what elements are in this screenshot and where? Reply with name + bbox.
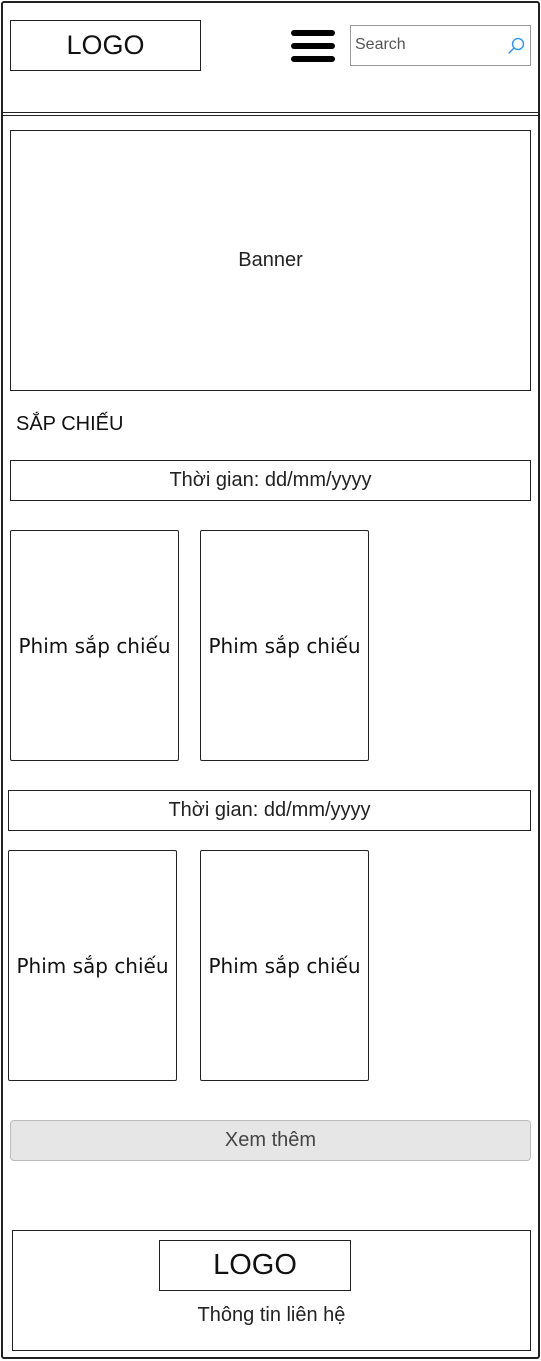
banner-label: Banner bbox=[238, 249, 303, 271]
header-logo[interactable]: LOGO bbox=[10, 20, 201, 71]
banner[interactable]: Banner bbox=[10, 130, 531, 391]
movie-title: Phim sắp chiếu bbox=[208, 953, 361, 978]
date-label: Thời gian: dd/mm/yyyy bbox=[169, 469, 372, 491]
contact-info: Thông tin liên hệ bbox=[197, 1304, 346, 1326]
movie-title: Phim sắp chiếu bbox=[208, 633, 361, 658]
search-box bbox=[350, 25, 531, 66]
movie-card[interactable]: Phim sắp chiếu bbox=[8, 850, 177, 1081]
date-bar: Thời gian: dd/mm/yyyy bbox=[10, 460, 531, 501]
footer-logo[interactable]: LOGO bbox=[159, 1240, 351, 1291]
movie-title: Phim sắp chiếu bbox=[16, 953, 169, 978]
search-input[interactable] bbox=[355, 34, 505, 56]
movie-card[interactable]: Phim sắp chiếu bbox=[200, 850, 369, 1081]
section-title: SẮP CHIẾU bbox=[16, 413, 124, 435]
date-label: Thời gian: dd/mm/yyyy bbox=[168, 799, 371, 821]
movie-card[interactable]: Phim sắp chiếu bbox=[10, 530, 179, 761]
movie-card[interactable]: Phim sắp chiếu bbox=[200, 530, 369, 761]
movie-title: Phim sắp chiếu bbox=[18, 633, 171, 658]
hamburger-menu-icon[interactable] bbox=[291, 30, 335, 62]
search-icon[interactable] bbox=[506, 36, 526, 56]
see-more-button[interactable]: Xem thêm bbox=[10, 1120, 531, 1161]
header-divider bbox=[2, 112, 539, 116]
date-bar: Thời gian: dd/mm/yyyy bbox=[8, 790, 531, 831]
